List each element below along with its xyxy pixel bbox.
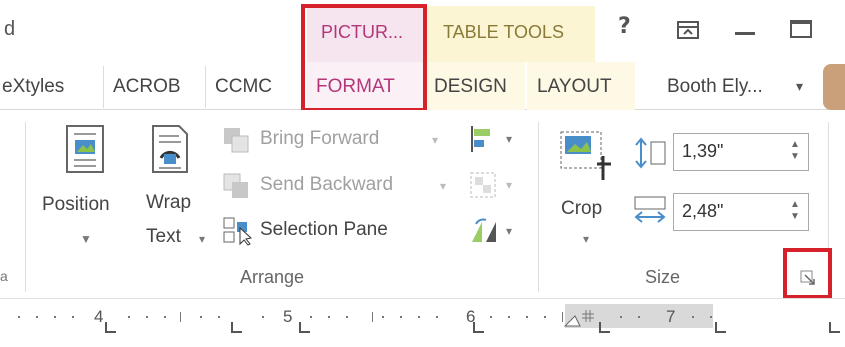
position-icon [66,125,104,173]
wrap-text-button[interactable]: Wrap Text ▾ [143,124,213,264]
group-divider [25,122,26,292]
shape-height-input[interactable]: 1,39" [673,133,809,171]
shape-height-value: 1,39" [682,141,724,161]
user-account-name[interactable]: Booth Ely... [667,72,763,102]
tab-design[interactable]: DESIGN [434,72,507,102]
position-label: Position [42,194,110,215]
selection-pane-icon [223,217,253,246]
group-objects-button[interactable]: ▾ [468,170,524,200]
wrap-text-icon [152,125,188,173]
ruler-number-7: 7 [666,307,676,326]
tab-divider [205,66,206,108]
rotate-button[interactable]: ▾ [468,216,524,246]
crop-icon [560,131,611,180]
ruler-ticks [18,310,840,333]
user-avatar[interactable] [823,64,845,110]
user-account-caret[interactable]: ▾ [796,78,803,95]
tab-ccmc[interactable]: CCMC [215,72,272,102]
shape-height-icon [635,137,666,169]
ruler-number-5: 5 [283,307,293,326]
ruler-number-6: 6 [466,307,476,326]
shape-height-spinner[interactable]: ▲ ▼ [790,139,800,163]
bring-forward-icon [224,128,249,153]
shape-width-value: 2,48" [682,201,724,221]
send-backward-label: Send Backward [260,174,394,195]
window-title-fragment: d [4,18,16,40]
wrap-text-label-line2: Text [146,226,181,247]
shape-width-input[interactable]: 2,48" [673,193,809,231]
arrange-group-label: Arrange [240,267,305,287]
send-backward-icon [223,173,248,198]
group-objects-icon [470,172,496,198]
minimize-button[interactable] [735,32,755,35]
tab-acrobat[interactable]: ACROB [113,72,181,102]
group-divider [538,122,539,292]
position-button[interactable]: Position ▼ [40,124,140,264]
tab-layout[interactable]: LAYOUT [537,72,612,102]
highlight-size-dialog-launcher [783,248,832,299]
crop-button[interactable]: Crop ▾ [555,124,625,264]
crop-label: Crop [561,198,603,219]
table-tools-label: TABLE TOOLS [443,22,565,42]
tab-divider [103,66,104,108]
position-dropdown-icon: ▼ [80,232,92,246]
rotate-icon [472,218,496,242]
crop-dropdown-icon: ▾ [583,232,590,246]
send-backward-dropdown-icon: ▾ [440,179,447,193]
wrap-text-dropdown-icon: ▾ [199,232,206,246]
help-button[interactable]: ? [618,14,631,39]
size-group-label: Size [645,267,681,287]
maximize-button[interactable] [790,20,812,38]
ribbon-display-options-button[interactable] [676,20,702,42]
bring-forward-button[interactable]: Bring Forward ▾ [222,126,452,156]
highlight-format-tab [301,4,427,112]
send-backward-button[interactable]: Send Backward ▾ [222,172,454,202]
tab-extyles[interactable]: eXtyles [2,72,64,102]
ruler-number-4: 4 [94,307,104,326]
previous-group-fragment: a [0,268,8,284]
shape-width-spinner[interactable]: ▲ ▼ [790,199,800,223]
align-button[interactable]: ▾ [468,124,524,154]
selection-pane-label: Selection Pane [260,219,388,240]
wrap-text-label-line1: Wrap [146,192,192,213]
bring-forward-dropdown-icon: ▾ [432,133,439,147]
align-dropdown-icon: ▾ [506,132,513,146]
selection-pane-button[interactable]: Selection Pane [222,216,432,246]
bring-forward-label: Bring Forward [260,128,380,149]
align-icon [471,126,490,152]
group-objects-dropdown-icon: ▾ [506,178,513,192]
ribbon-display-icon [677,21,699,39]
rotate-dropdown-icon: ▾ [506,224,513,238]
shape-width-icon [634,196,666,223]
